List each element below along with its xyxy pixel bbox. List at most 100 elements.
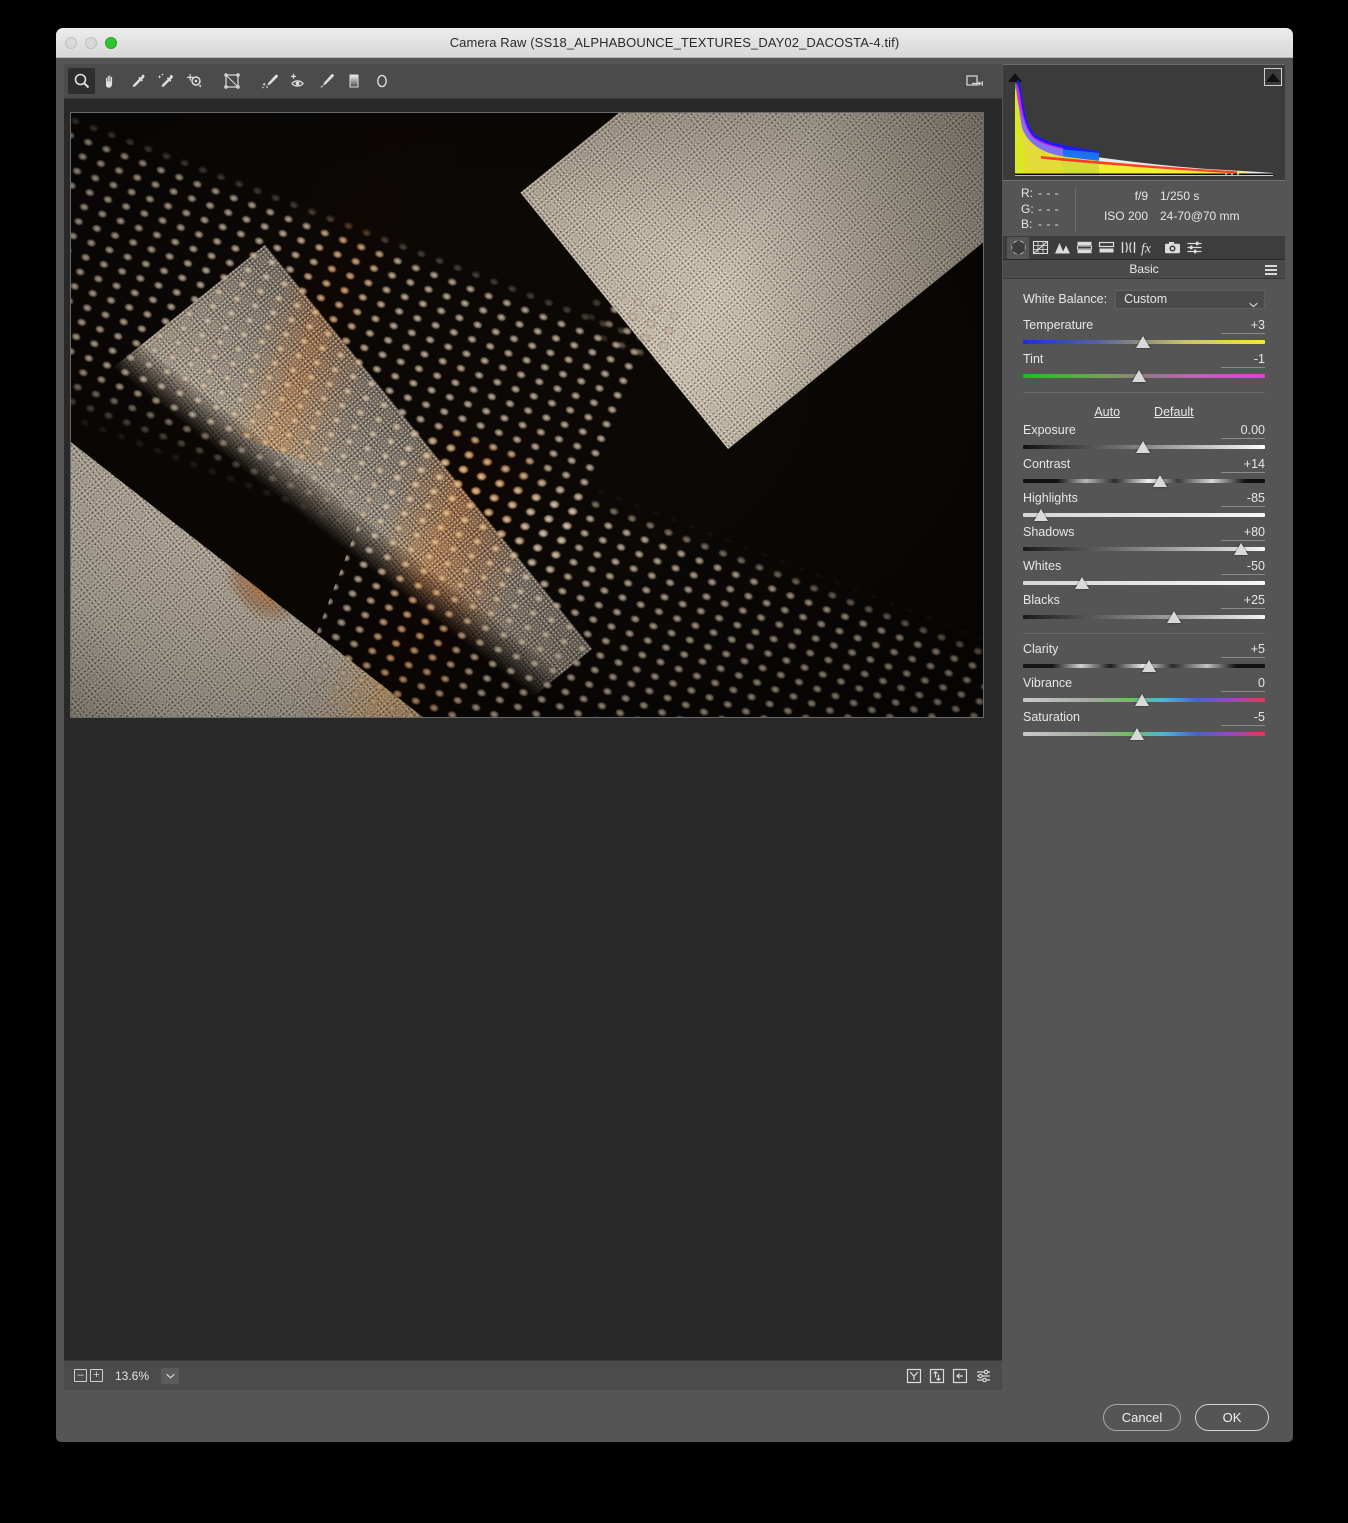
zoom-in-button[interactable]: + xyxy=(90,1369,103,1382)
slider-track-contrast[interactable] xyxy=(1023,475,1265,488)
panel-title: Basic xyxy=(1129,262,1159,276)
slider-handle-tint[interactable] xyxy=(1132,370,1147,382)
slider-track-tint[interactable] xyxy=(1023,370,1265,383)
slider-track-highlights[interactable] xyxy=(1023,509,1265,522)
tab-hsl-grayscale[interactable] xyxy=(1073,237,1095,259)
slider-handle-blacks[interactable] xyxy=(1167,611,1182,623)
radial-filter-tool-button[interactable] xyxy=(368,68,395,94)
preview-status-bar: – + 13.6% xyxy=(64,1360,1002,1390)
slider-value-saturation[interactable]: -5 xyxy=(1221,710,1265,726)
panel-tab-bar: fx xyxy=(1003,236,1285,260)
slider-handle-whites[interactable] xyxy=(1075,577,1090,589)
adjustment-brush-tool-button[interactable] xyxy=(312,68,339,94)
red-eye-removal-tool-button[interactable] xyxy=(284,68,311,94)
slider-handle-contrast[interactable] xyxy=(1152,475,1167,487)
slider-tint: Tint -1 xyxy=(1023,352,1265,383)
slider-value-blacks[interactable]: +25 xyxy=(1221,593,1265,609)
zoom-tool-button[interactable] xyxy=(68,68,95,94)
white-balance-select[interactable]: Custom xyxy=(1115,289,1265,309)
before-after-preview-icon[interactable] xyxy=(974,1367,992,1385)
ok-button[interactable]: OK xyxy=(1195,1403,1269,1431)
rgb-value-b: - - - xyxy=(1038,217,1060,231)
panel-menu-icon[interactable] xyxy=(1265,265,1277,275)
slider-track-temperature[interactable] xyxy=(1023,336,1265,349)
tab-detail[interactable] xyxy=(1051,237,1073,259)
slider-contrast: Contrast +14 xyxy=(1023,457,1265,488)
slider-value-vibrance[interactable]: 0 xyxy=(1221,676,1265,692)
slider-value-highlights[interactable]: -85 xyxy=(1221,491,1265,507)
slider-value-clarity[interactable]: +5 xyxy=(1221,642,1265,658)
slider-track-clarity[interactable] xyxy=(1023,660,1265,673)
slider-label-contrast: Contrast xyxy=(1023,457,1071,471)
preview-column: – + 13.6% xyxy=(64,64,1002,1390)
slider-track-whites[interactable] xyxy=(1023,577,1265,590)
white-balance-label: White Balance: xyxy=(1023,292,1108,306)
slider-whites: Whites -50 xyxy=(1023,559,1265,590)
slider-label-blacks: Blacks xyxy=(1023,593,1060,607)
slider-handle-clarity[interactable] xyxy=(1141,660,1156,672)
slider-shadows: Shadows +80 xyxy=(1023,525,1265,556)
workflow-options-button[interactable] xyxy=(962,69,988,94)
default-link[interactable]: Default xyxy=(1154,405,1194,419)
slider-label-shadows: Shadows xyxy=(1023,525,1075,539)
slider-track-saturation[interactable] xyxy=(1023,728,1265,741)
tab-camera-calibration[interactable] xyxy=(1161,237,1183,259)
adjustments-panel: R: - - - G: - - - B: - - - f/9 1/250 s ISO … xyxy=(1003,64,1285,1390)
tab-effects[interactable]: fx xyxy=(1139,237,1161,259)
histogram[interactable] xyxy=(1003,64,1285,181)
zoom-level-value[interactable]: 13.6% xyxy=(115,1369,153,1383)
slider-track-shadows[interactable] xyxy=(1023,543,1265,556)
slider-value-contrast[interactable]: +14 xyxy=(1221,457,1265,473)
before-after-swap-icon[interactable] xyxy=(928,1367,946,1385)
slider-vibrance: Vibrance 0 xyxy=(1023,676,1265,707)
tab-basic[interactable] xyxy=(1007,236,1029,259)
slider-value-tint[interactable]: -1 xyxy=(1221,352,1265,368)
slider-value-whites[interactable]: -50 xyxy=(1221,559,1265,575)
crop-tool-button[interactable] xyxy=(218,68,245,94)
cancel-button[interactable]: Cancel xyxy=(1103,1403,1181,1431)
lens-corrections-icon xyxy=(1121,242,1135,253)
slider-value-temperature[interactable]: +3 xyxy=(1221,318,1265,334)
slider-handle-temperature[interactable] xyxy=(1135,336,1150,348)
white-balance-tool-button[interactable] xyxy=(124,68,151,94)
camera-raw-window: Camera Raw (SS18_ALPHABOUNCE_TEXTURES_DA… xyxy=(56,28,1293,1442)
graduated-filter-tool-button[interactable] xyxy=(340,68,367,94)
spot-removal-tool-button[interactable] xyxy=(256,68,283,94)
slider-handle-saturation[interactable] xyxy=(1129,728,1144,740)
tab-tone-curve[interactable] xyxy=(1029,237,1051,259)
slider-handle-exposure[interactable] xyxy=(1135,441,1150,453)
camera-calibration-icon xyxy=(1164,241,1180,253)
image-preview-area[interactable] xyxy=(64,99,1002,1360)
slider-highlights: Highlights -85 xyxy=(1023,491,1265,522)
tab-presets[interactable] xyxy=(1183,237,1205,259)
detail-mountains-icon xyxy=(1054,243,1070,254)
photo-canvas[interactable] xyxy=(70,112,984,718)
color-sampler-tool-button[interactable] xyxy=(152,68,179,94)
toggle-fullscreen-icon[interactable] xyxy=(905,1367,923,1385)
slider-blacks: Blacks +25 xyxy=(1023,593,1265,624)
tab-lens-corrections[interactable] xyxy=(1117,237,1139,259)
slider-value-shadows[interactable]: +80 xyxy=(1221,525,1265,541)
panel-header: Basic xyxy=(1003,260,1285,279)
hand-tool-button[interactable] xyxy=(96,68,123,94)
image-metadata: R: - - - G: - - - B: - - - f/9 1/250 s ISO … xyxy=(1003,181,1285,236)
tab-split-toning[interactable] xyxy=(1095,237,1117,259)
svg-text:fx: fx xyxy=(1141,241,1152,256)
slider-label-clarity: Clarity xyxy=(1023,642,1059,656)
slider-temperature: Temperature +3 xyxy=(1023,318,1265,349)
slider-handle-highlights[interactable] xyxy=(1034,509,1049,521)
rgb-value-g: - - - xyxy=(1038,201,1060,216)
copy-current-to-before-icon[interactable] xyxy=(951,1367,969,1385)
zoom-out-button[interactable]: – xyxy=(74,1369,87,1382)
title-bar: Camera Raw (SS18_ALPHABOUNCE_TEXTURES_DA… xyxy=(56,28,1293,58)
slider-track-blacks[interactable] xyxy=(1023,611,1265,624)
preview-view-controls xyxy=(905,1367,992,1385)
slider-value-exposure[interactable]: 0.00 xyxy=(1221,423,1265,439)
slider-handle-vibrance[interactable] xyxy=(1134,694,1149,706)
slider-track-exposure[interactable] xyxy=(1023,441,1265,454)
targeted-adjustment-tool-button[interactable] xyxy=(180,68,207,94)
slider-handle-shadows[interactable] xyxy=(1233,543,1248,555)
auto-link[interactable]: Auto xyxy=(1094,405,1120,419)
zoom-level-dropdown[interactable] xyxy=(161,1367,179,1384)
slider-track-vibrance[interactable] xyxy=(1023,694,1265,707)
